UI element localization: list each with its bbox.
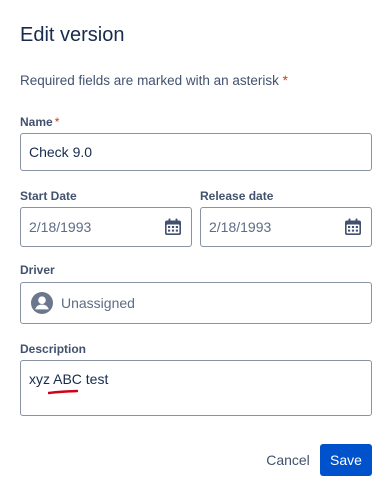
dialog-title: Edit version xyxy=(20,24,125,46)
release-date-value: 2/18/1993 xyxy=(209,219,272,235)
required-note: Required fields are marked with an aster… xyxy=(20,73,288,88)
required-note-text: Required fields are marked with an aster… xyxy=(20,73,279,88)
start-date-value: 2/18/1993 xyxy=(29,219,92,235)
driver-value: Unassigned xyxy=(61,295,135,311)
description-value: xyz ABC test xyxy=(29,371,109,387)
red-underline-annotation xyxy=(48,389,78,395)
start-date-input[interactable]: 2/18/1993 xyxy=(20,207,192,247)
driver-select[interactable]: Unassigned xyxy=(20,282,372,324)
name-label-text: Name xyxy=(20,115,53,129)
release-date-input[interactable]: 2/18/1993 xyxy=(200,207,372,247)
start-date-label: Start Date xyxy=(20,189,77,203)
name-label: Name * xyxy=(20,115,59,129)
release-date-label: Release date xyxy=(200,189,274,203)
calendar-icon[interactable] xyxy=(343,217,363,237)
save-button[interactable]: Save xyxy=(320,444,372,476)
driver-label: Driver xyxy=(20,263,55,277)
required-asterisk: * xyxy=(282,73,288,88)
description-label: Description xyxy=(20,342,87,356)
name-input-value: Check 9.0 xyxy=(29,144,93,160)
user-avatar-icon xyxy=(31,292,53,314)
name-input[interactable]: Check 9.0 xyxy=(20,133,372,171)
cancel-button[interactable]: Cancel xyxy=(262,444,314,476)
name-required-asterisk: * xyxy=(54,115,60,129)
calendar-icon[interactable] xyxy=(163,217,183,237)
